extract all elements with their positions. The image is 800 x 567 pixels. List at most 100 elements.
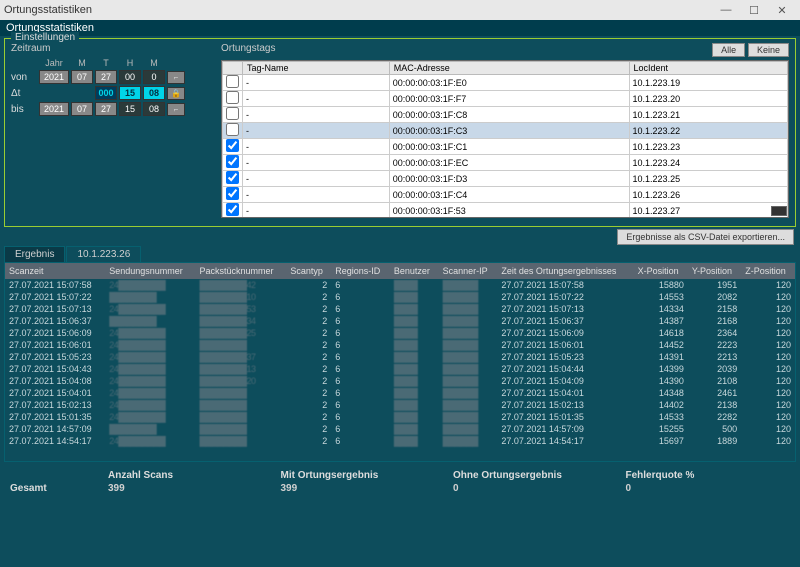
von-h[interactable]: 00 xyxy=(119,70,141,84)
tag-row[interactable]: - 00:00:00:03:1F:EC 10.1.223.24 xyxy=(223,155,788,171)
tag-name-cell: - xyxy=(243,139,390,155)
table-row[interactable]: 27.07.2021 15:07:22████████████████1026█… xyxy=(5,291,795,303)
bis-m[interactable]: 07 xyxy=(71,102,93,116)
tag-mac-cell: 00:00:00:03:1F:D3 xyxy=(389,171,629,187)
results-col[interactable]: Z-Position xyxy=(741,263,795,279)
table-row[interactable]: 27.07.2021 15:07:5824████████████████422… xyxy=(5,279,795,291)
table-row[interactable]: 27.07.2021 15:06:0124████████████████26█… xyxy=(5,339,795,351)
tag-row[interactable]: - 00:00:00:03:1F:53 10.1.223.27 xyxy=(223,203,788,219)
zeitraum-section: Zeitraum Jahr M T H M von 2021 07 27 00 … xyxy=(11,43,211,218)
tag-row[interactable]: - 00:00:00:03:1F:C3 10.1.223.22 xyxy=(223,123,788,139)
tab[interactable]: Ergebnis xyxy=(4,246,65,262)
export-csv-button[interactable]: Ergebnisse als CSV-Datei exportieren... xyxy=(617,229,794,245)
von-jahr[interactable]: 2021 xyxy=(39,70,69,84)
tag-checkbox[interactable] xyxy=(226,75,239,88)
dt-min[interactable]: 08 xyxy=(143,86,165,100)
close-icon[interactable]: ✕ xyxy=(768,4,796,17)
resize-icon[interactable] xyxy=(771,206,787,216)
col-tagname[interactable]: Tag-Name xyxy=(243,62,390,75)
gesamt-ohne: 0 xyxy=(453,483,618,494)
table-row[interactable]: 27.07.2021 15:04:0824████████████████202… xyxy=(5,375,795,387)
tag-row[interactable]: - 00:00:00:03:1F:C4 10.1.223.26 xyxy=(223,187,788,203)
maximize-icon[interactable]: ☐ xyxy=(740,4,768,17)
summary-panel: Anzahl Scans Mit Ortungsergebnis Ohne Or… xyxy=(0,462,800,502)
tag-row[interactable]: - 00:00:00:03:1F:F7 10.1.223.20 xyxy=(223,91,788,107)
sum-ohne-label: Ohne Ortungsergebnis xyxy=(453,470,618,481)
sum-mit-label: Mit Ortungsergebnis xyxy=(281,470,446,481)
von-t[interactable]: 27 xyxy=(95,70,117,84)
keine-button[interactable]: Keine xyxy=(748,43,789,57)
titlebar: Ortungsstatistiken — ☐ ✕ xyxy=(0,0,800,20)
tag-row[interactable]: - 00:00:00:03:1F:D3 10.1.223.25 xyxy=(223,171,788,187)
sum-fehler-label: Fehlerquote % xyxy=(626,470,791,481)
tag-row[interactable]: - 00:00:00:03:1F:C1 10.1.223.23 xyxy=(223,139,788,155)
bis-label: bis xyxy=(11,104,37,115)
tag-checkbox[interactable] xyxy=(226,171,239,184)
table-row[interactable]: 27.07.2021 15:06:37████████████████3426█… xyxy=(5,315,795,327)
table-row[interactable]: 27.07.2021 15:04:0124████████████████26█… xyxy=(5,387,795,399)
table-row[interactable]: 27.07.2021 15:06:0924████████████████252… xyxy=(5,327,795,339)
results-col[interactable]: Sendungsnummer xyxy=(105,263,195,279)
table-row[interactable]: 27.07.2021 14:57:09████████████████26███… xyxy=(5,423,795,435)
von-min[interactable]: 0 xyxy=(143,70,165,84)
col-chk[interactable] xyxy=(223,62,243,75)
bis-stair-icon[interactable]: ⌐ xyxy=(167,103,185,116)
tag-row[interactable]: - 00:00:00:03:1F:E0 10.1.223.19 xyxy=(223,75,788,91)
tag-checkbox[interactable] xyxy=(226,187,239,200)
tag-checkbox[interactable] xyxy=(226,91,239,104)
gesamt-label: Gesamt xyxy=(10,483,100,494)
results-col[interactable]: Scanzeit xyxy=(5,263,105,279)
tag-mac-cell: 00:00:00:03:1F:EC xyxy=(389,155,629,171)
tag-row[interactable]: - 00:00:00:03:1F:C8 10.1.223.21 xyxy=(223,107,788,123)
tag-checkbox[interactable] xyxy=(226,107,239,120)
results-col[interactable]: X-Position xyxy=(634,263,688,279)
dt-lock-icon[interactable]: 🔒 xyxy=(167,87,185,100)
bis-jahr[interactable]: 2021 xyxy=(39,102,69,116)
tag-loc-cell: 10.1.223.24 xyxy=(629,155,787,171)
bis-t[interactable]: 27 xyxy=(95,102,117,116)
tag-name-cell: - xyxy=(243,91,390,107)
page-title: Ortungsstatistiken xyxy=(0,20,800,36)
results-col[interactable]: Packstücknummer xyxy=(196,263,287,279)
gesamt-scans: 399 xyxy=(108,483,273,494)
dt-d[interactable]: 000 xyxy=(95,86,117,100)
col-mac[interactable]: MAC-Adresse xyxy=(389,62,629,75)
bis-h[interactable]: 15 xyxy=(119,102,141,116)
tag-name-cell: - xyxy=(243,155,390,171)
tag-checkbox[interactable] xyxy=(226,139,239,152)
bis-min[interactable]: 08 xyxy=(143,102,165,116)
minimize-icon[interactable]: — xyxy=(712,4,740,16)
col-m: M xyxy=(71,58,93,68)
tag-loc-cell: 10.1.223.22 xyxy=(629,123,787,139)
alle-button[interactable]: Alle xyxy=(712,43,745,57)
result-tabs: Ergebnis10.1.223.26 xyxy=(0,246,800,262)
results-col[interactable]: Y-Position xyxy=(688,263,741,279)
table-row[interactable]: 27.07.2021 15:01:3524████████████████26█… xyxy=(5,411,795,423)
table-row[interactable]: 27.07.2021 14:54:1724████████████████26█… xyxy=(5,435,795,447)
table-row[interactable]: 27.07.2021 15:04:4324████████████████132… xyxy=(5,363,795,375)
col-loc[interactable]: LocIdent xyxy=(629,62,787,75)
results-col[interactable]: Benutzer xyxy=(390,263,439,279)
tag-checkbox[interactable] xyxy=(226,123,239,136)
tag-mac-cell: 00:00:00:03:1F:F7 xyxy=(389,91,629,107)
dt-h[interactable]: 15 xyxy=(119,86,141,100)
tag-loc-cell: 10.1.223.25 xyxy=(629,171,787,187)
results-col[interactable]: Regions-ID xyxy=(331,263,390,279)
von-stair-icon[interactable]: ⌐ xyxy=(167,71,185,84)
table-row[interactable]: 27.07.2021 15:02:1324████████████████26█… xyxy=(5,399,795,411)
sum-scans-label: Anzahl Scans xyxy=(108,470,273,481)
table-row[interactable]: 27.07.2021 15:07:1324████████████████532… xyxy=(5,303,795,315)
von-m[interactable]: 07 xyxy=(71,70,93,84)
table-row[interactable]: 27.07.2021 15:05:2324████████████████372… xyxy=(5,351,795,363)
von-label: von xyxy=(11,72,37,83)
results-col[interactable]: Zeit des Ortungsergebnisses xyxy=(497,263,633,279)
tag-checkbox[interactable] xyxy=(226,203,239,216)
tag-checkbox[interactable] xyxy=(226,155,239,168)
results-table[interactable]: ScanzeitSendungsnummerPackstücknummerSca… xyxy=(4,262,796,462)
tag-name-cell: - xyxy=(243,107,390,123)
tab[interactable]: 10.1.223.26 xyxy=(66,246,141,262)
results-col[interactable]: Scantyp xyxy=(286,263,331,279)
tag-table[interactable]: Tag-Name MAC-Adresse LocIdent - 00:00:00… xyxy=(221,60,789,218)
results-col[interactable]: Scanner-IP xyxy=(439,263,498,279)
col-h: H xyxy=(119,58,141,68)
